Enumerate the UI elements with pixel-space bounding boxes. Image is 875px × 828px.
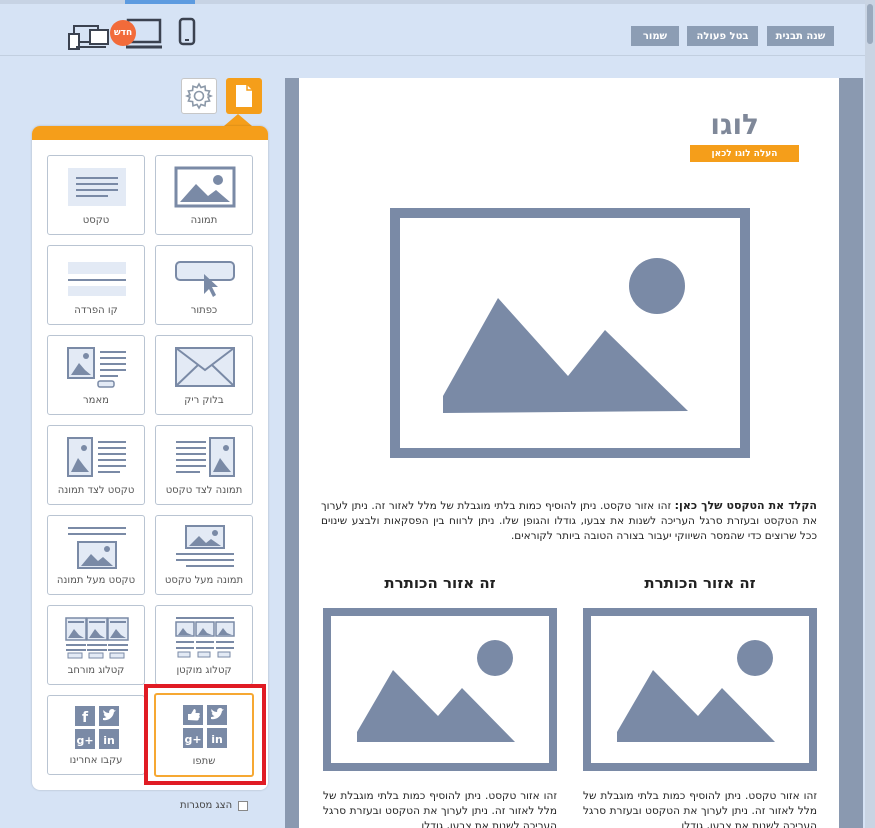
- panel-header: [32, 126, 268, 140]
- body-text-block[interactable]: הקלד את הטקסט שלך כאן: זהו אזור טקסט. ני…: [321, 498, 817, 544]
- all-devices-icon[interactable]: [68, 20, 110, 54]
- block-label: תמונה לצד טקסט: [165, 485, 243, 496]
- block-label: קו הפרדה: [74, 305, 118, 316]
- block-label: תמונה מעל טקסט: [164, 575, 244, 586]
- block-label: תמונה: [190, 215, 218, 226]
- tab-pointer: [224, 114, 252, 126]
- text-above-image-icon: [68, 527, 126, 569]
- empty-block-icon: [175, 347, 235, 387]
- block-label: כפתור: [190, 305, 218, 316]
- block-empty[interactable]: בלוק ריק: [155, 335, 253, 415]
- left-column-image-placeholder[interactable]: [323, 608, 557, 771]
- block-label: קטלוג מוקטן: [176, 665, 232, 676]
- block-label: קטלוג מורחב: [67, 665, 125, 676]
- email-canvas-frame: לוגו העלה לוגו לכאן הקלד את הטקסט שלך כא…: [285, 78, 863, 828]
- show-frames-row: הצג מסגרות: [180, 800, 249, 811]
- right-column-image-placeholder[interactable]: [583, 608, 817, 771]
- email-canvas[interactable]: לוגו העלה לוגו לכאן הקלד את הטקסט שלך כא…: [299, 78, 839, 828]
- text-block-icon: [68, 168, 126, 206]
- main-image-placeholder[interactable]: [390, 208, 750, 458]
- right-column-title[interactable]: זה אזור הכותרת: [583, 574, 817, 592]
- image-beside-text-icon: [176, 437, 235, 477]
- block-label: מאמר: [83, 395, 109, 406]
- small-catalog-icon: [175, 617, 235, 658]
- block-divider[interactable]: קו הפרדה: [47, 245, 145, 325]
- show-frames-checkbox[interactable]: [238, 800, 249, 811]
- wide-catalog-icon: [65, 617, 129, 659]
- block-label: טקסט לצד תמונה: [57, 485, 135, 496]
- block-text[interactable]: טקסט: [47, 155, 145, 235]
- block-label: בלוק ריק: [184, 395, 224, 406]
- image-above-text-icon: [176, 525, 234, 567]
- block-button[interactable]: כפתור: [155, 245, 253, 325]
- svg-text:g+: g+: [76, 734, 93, 747]
- block-label: טקסט: [82, 215, 110, 226]
- block-text-above-image[interactable]: טקסט מעל תמונה: [47, 515, 145, 595]
- left-column-text[interactable]: זהו אזור טקסט. ניתן להוסיף כמות בלתי מוג…: [323, 789, 557, 828]
- block-article[interactable]: מאמר: [47, 335, 145, 415]
- block-follow-us[interactable]: f g+ in עקבו אחרינו: [47, 695, 145, 775]
- page-scrollbar[interactable]: [865, 0, 875, 828]
- left-column-title[interactable]: זה אזור הכותרת: [323, 574, 557, 592]
- svg-text:in: in: [103, 734, 115, 747]
- blocks-tab[interactable]: [226, 78, 262, 114]
- save-button[interactable]: שמור: [631, 26, 679, 46]
- show-frames-label: הצג מסגרות: [180, 800, 233, 811]
- scrollbar-thumb[interactable]: [867, 4, 873, 44]
- body-heading: הקלד את הטקסט שלך כאן:: [674, 499, 817, 512]
- right-column-text[interactable]: זהו אזור טקסט. ניתן להוסיף כמות בלתי מוג…: [583, 789, 817, 828]
- undo-button[interactable]: בטל פעולה: [687, 26, 758, 46]
- gear-icon: [185, 82, 213, 110]
- block-image-above-text[interactable]: תמונה מעל טקסט: [155, 515, 253, 595]
- top-toolbar: חדש שמור בטל פעולה שנה תבנית: [0, 4, 865, 56]
- change-template-button[interactable]: שנה תבנית: [767, 26, 834, 46]
- device-switcher: חדש: [58, 14, 208, 50]
- upload-logo-button[interactable]: העלה לוגו לכאן: [690, 145, 799, 162]
- image-block-icon: [174, 166, 236, 208]
- settings-tab[interactable]: [181, 78, 217, 114]
- block-label: עקבו אחרינו: [69, 755, 123, 766]
- block-wide-catalog[interactable]: קטלוג מורחב: [47, 605, 145, 685]
- article-block-icon: [67, 347, 126, 388]
- follow-us-block-icon: f g+ in: [75, 706, 119, 749]
- block-small-catalog[interactable]: קטלוג מוקטן: [155, 605, 253, 685]
- page-icon: [236, 85, 252, 107]
- block-image[interactable]: תמונה: [155, 155, 253, 235]
- mobile-icon[interactable]: [178, 17, 196, 51]
- divider-block-icon: [68, 262, 126, 296]
- block-label: טקסט מעל תמונה: [56, 575, 136, 586]
- new-badge: חדש: [110, 20, 136, 46]
- text-beside-image-icon: [67, 437, 126, 477]
- svg-text:f: f: [82, 710, 89, 726]
- button-block-icon: [175, 261, 235, 297]
- logo-placeholder[interactable]: לוגו: [710, 108, 759, 141]
- selection-highlight: [144, 684, 266, 785]
- block-image-beside-text[interactable]: תמונה לצד טקסט: [155, 425, 253, 505]
- block-text-beside-image[interactable]: טקסט לצד תמונה: [47, 425, 145, 505]
